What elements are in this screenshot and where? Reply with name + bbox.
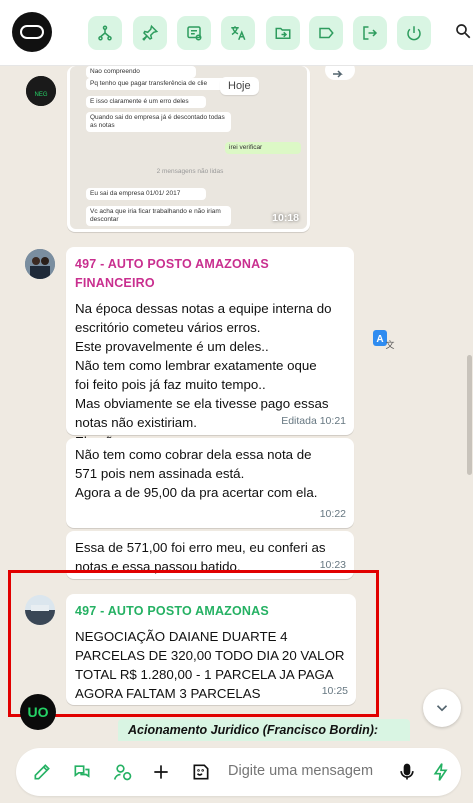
translate-icon: A文 [373,330,395,350]
folder-button[interactable] [266,16,300,50]
forward-button[interactable] [325,66,355,80]
power-icon [407,26,421,41]
person-add-icon [113,764,132,781]
plus-icon [154,765,168,779]
image-timestamp: 10:18 [272,212,299,224]
message-time: Editada 10:21 [281,415,346,427]
forward-icon [325,66,355,80]
message-input[interactable] [228,763,403,779]
message-text: foi feito pois já faz muito tempo.. [75,377,266,392]
attach-button[interactable] [150,761,172,783]
uo-avatar[interactable]: UO [20,694,56,730]
pinned-note-text: Acionamento Juridico (Francisco Bordin): [118,719,410,741]
pin-button[interactable] [133,16,167,50]
composer-bar [0,748,473,803]
message-text: Não tem como lembrar exatamente oque [75,358,317,373]
message-text: Na época dessas notas a equipe interna d… [75,301,332,316]
search-button[interactable] [454,22,473,42]
sticker-icon [193,764,209,780]
power-button[interactable] [397,16,431,50]
chevron-down-icon [436,705,448,712]
forwarded-image-message[interactable]: Nao compreendo Pq tenho que pagar transf… [67,66,310,232]
preview-line: irei verificar [225,142,301,154]
preview-line: Nao compreendo [86,66,196,78]
composer-input-container [16,748,461,796]
top-toolbar [0,0,473,66]
pin-icon [142,24,159,41]
scroll-down-button[interactable] [423,689,461,727]
label-icon [319,27,334,39]
preview-unread-divider: 2 mensagens não lidas [130,166,250,178]
mic-button[interactable] [396,761,418,783]
label-button[interactable] [309,16,343,50]
message-text: Agora a de 95,00 da pra acertar com ela. [75,485,318,500]
message-text: Essa de 571,00 foi erro meu, eu conferi … [75,540,326,555]
message-sender[interactable]: 497 - AUTO POSTO AMAZONAS FINANCEIRO [75,255,344,293]
quick-replies-button[interactable] [71,761,93,783]
message-text: 571 pois nem assinada está. [75,466,245,481]
note-button[interactable] [177,16,211,50]
preview-line: Eu sai da empresa 01/01/ 2017 [86,188,206,200]
message-text: Mas obviamente se ela tivesse pago essas [75,396,329,411]
message-bubble[interactable]: Não tem como cobrar dela essa nota de 57… [66,438,354,528]
svg-text:文: 文 [385,339,394,350]
mic-icon [400,763,414,780]
financeiro-avatar[interactable] [25,249,55,279]
negociar-avatar: NEG [26,76,56,106]
svg-text:NEG: NEG [34,92,47,98]
svg-text:A: A [376,334,383,345]
contacts-button[interactable] [112,761,134,783]
preview-line: Vc acha que iria ficar trabalhando e não… [86,206,231,226]
preview-line: Quando sai do empresa já é descontado to… [86,112,231,132]
quick-send-button[interactable] [430,761,452,783]
exit-button[interactable] [353,16,387,50]
translate-message-button[interactable]: A文 [372,328,396,352]
translate-button[interactable] [221,16,255,50]
lightning-icon [433,763,448,781]
flow-button[interactable] [88,16,122,50]
translate-icon [231,26,246,41]
message-text: Não tem como cobrar dela essa nota de [75,447,312,462]
search-icon [456,24,471,39]
forwarded-image: Nao compreendo Pq tenho que pagar transf… [70,66,307,229]
message-text: escritório cometeu vários erros. [75,320,261,335]
edit-button[interactable] [31,761,53,783]
preview-date-chip: Hoje [220,77,259,95]
edit-icon [34,764,50,780]
message-bubble[interactable]: 497 - AUTO POSTO AMAZONAS FINANCEIRO Na … [66,247,354,449]
scrollbar-thumb[interactable] [467,355,472,475]
chat-area[interactable]: NEG Nao compreendo Pq tenho que pagar tr… [0,66,473,748]
sticker-button[interactable] [190,761,212,783]
preview-line: E isso claramente é um erro deles [86,96,206,108]
note-icon [187,26,202,41]
preview-line: Pq tenho que pagar transferência de clie [86,78,226,90]
company-logo-avatar[interactable] [12,12,52,52]
message-time: 10:22 [319,508,346,520]
exit-icon [363,26,378,40]
folder-icon [275,27,291,39]
highlight-box [8,570,379,717]
message-text: Este provavelmente é um deles.. [75,339,269,354]
chat-bubbles-icon [74,765,90,778]
flow-icon [98,25,112,41]
